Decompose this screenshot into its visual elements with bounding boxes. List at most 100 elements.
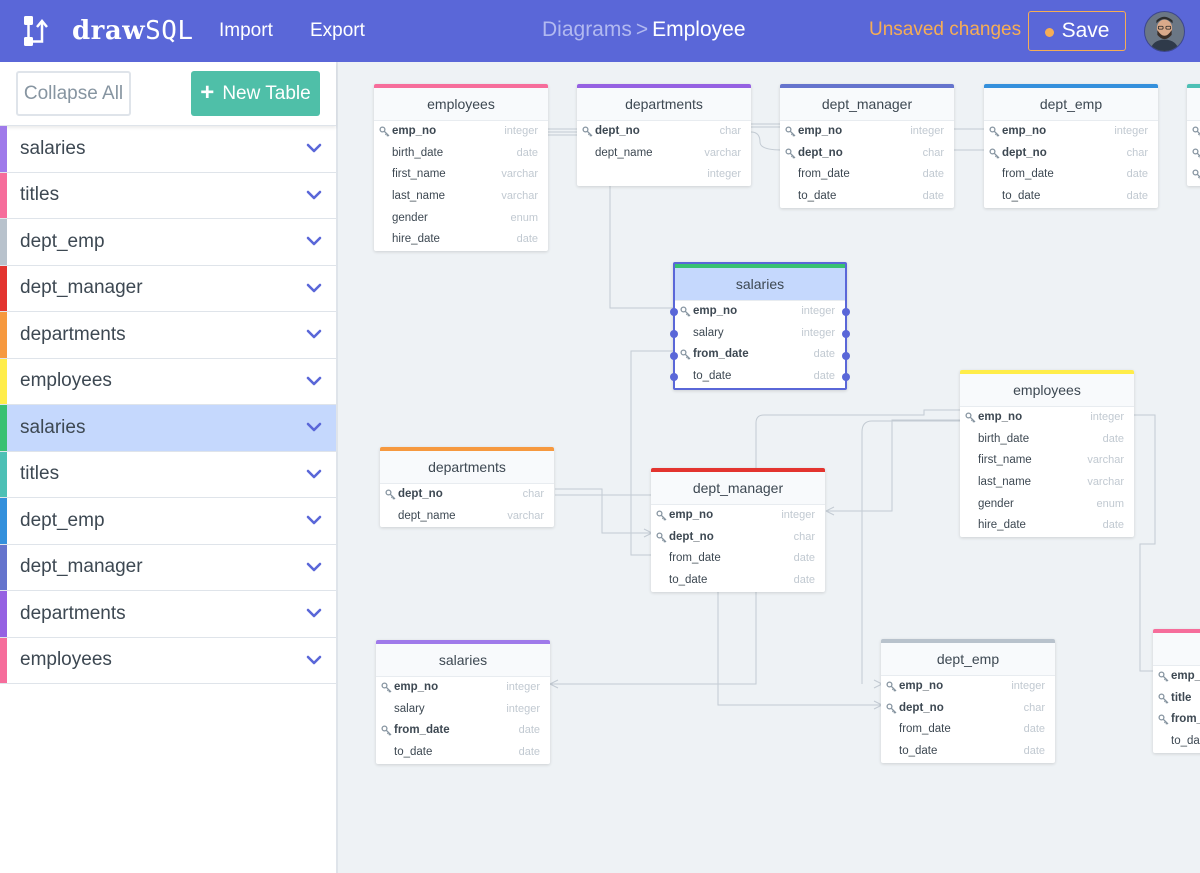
table-name[interactable]: departments <box>577 88 751 121</box>
table-card-dept-manager[interactable]: dept_manager emp_no integer dept_no char from… <box>651 468 825 592</box>
import-link[interactable]: Import <box>219 20 273 42</box>
table-name[interactable]: dept_manager <box>651 472 825 505</box>
column-row[interactable]: emp_no integer <box>780 121 954 143</box>
save-button[interactable]: Save <box>1028 11 1126 51</box>
table-card-departments[interactable]: departments dept_no char dept_name varchar in… <box>577 84 751 187</box>
column-row[interactable] <box>1187 143 1200 165</box>
column-row[interactable]: salary integer <box>675 323 845 345</box>
diagram-canvas[interactable]: employees emp_no integer birth_date date firs… <box>340 62 1200 873</box>
column-row[interactable]: hire_date date <box>960 515 1134 537</box>
column-row[interactable]: hire_date date <box>374 229 548 251</box>
connection-handle[interactable] <box>670 373 678 381</box>
table-card-partial[interactable]: emp_ title from_ to_da <box>1153 629 1200 753</box>
table-name[interactable] <box>1153 633 1200 666</box>
table-card-dept-manager[interactable]: dept_manager emp_no integer dept_no char from… <box>780 84 954 208</box>
column-row[interactable]: to_date date <box>675 366 845 388</box>
sidebar-item-dept-emp[interactable]: dept_emp <box>0 219 336 266</box>
table-card-dept-emp[interactable]: dept_emp emp_no integer dept_no char from_dat… <box>881 639 1055 763</box>
connection-handle[interactable] <box>842 330 850 338</box>
connection-handle[interactable] <box>842 373 850 381</box>
table-name[interactable]: dept_emp <box>984 88 1158 121</box>
sidebar-item-titles[interactable]: titles <box>0 172 336 219</box>
column-row[interactable]: to_date date <box>651 570 825 592</box>
drawsql-logo-icon[interactable] <box>22 14 54 48</box>
sidebar-item-departments[interactable]: departments <box>0 591 336 638</box>
column-row[interactable]: gender enum <box>960 494 1134 516</box>
column-row[interactable]: from_date date <box>675 344 845 366</box>
user-avatar[interactable] <box>1144 11 1185 52</box>
column-row[interactable]: last_name varchar <box>374 186 548 208</box>
table-name[interactable]: employees <box>374 88 548 121</box>
table-card-salaries[interactable]: salaries emp_no integer salary integer from_d… <box>376 640 550 764</box>
connection-handle[interactable] <box>670 352 678 360</box>
column-row[interactable]: emp_no integer <box>881 676 1055 698</box>
column-row[interactable]: emp_no integer <box>675 301 845 323</box>
column-row[interactable]: dept_no char <box>577 121 751 143</box>
column-row[interactable]: dept_no char <box>780 143 954 165</box>
column-row[interactable]: emp_no integer <box>374 121 548 143</box>
column-row[interactable]: emp_no integer <box>651 505 825 527</box>
table-card-salaries[interactable]: salaries emp_no integer salary integer from_d… <box>670 262 850 390</box>
breadcrumb-diagrams[interactable]: Diagrams <box>542 18 632 41</box>
table-name[interactable]: employees <box>960 374 1134 407</box>
column-row[interactable]: dept_no char <box>380 484 554 506</box>
sidebar-item-dept-manager[interactable]: dept_manager <box>0 265 336 312</box>
column-row[interactable]: emp_no integer <box>960 407 1134 429</box>
collapse-all-button[interactable]: Collapse All <box>16 71 131 116</box>
table-name[interactable] <box>1187 88 1200 121</box>
column-row[interactable]: last_name varchar <box>960 472 1134 494</box>
column-row[interactable]: to_date date <box>984 186 1158 208</box>
table-name[interactable]: salaries <box>376 644 550 677</box>
sidebar-item-titles[interactable]: titles <box>0 451 336 498</box>
column-row[interactable]: from_date date <box>376 720 550 742</box>
column-row[interactable]: to_date date <box>881 741 1055 763</box>
column-row[interactable]: to_date date <box>376 742 550 764</box>
column-row[interactable]: title <box>1153 688 1200 710</box>
column-row[interactable]: from_ <box>1153 709 1200 731</box>
column-row[interactable]: dept_no char <box>881 698 1055 720</box>
column-row[interactable]: from_date date <box>780 164 954 186</box>
table-card-departments[interactable]: departments dept_no char dept_name varchar <box>380 447 554 528</box>
column-row[interactable]: from_date date <box>651 548 825 570</box>
column-row[interactable]: dept_no char <box>984 143 1158 165</box>
column-row[interactable] <box>1187 121 1200 143</box>
table-card-employees[interactable]: employees emp_no integer birth_date date firs… <box>960 370 1134 538</box>
new-table-button[interactable]: + New Table <box>191 71 320 116</box>
column-row[interactable]: from_date date <box>984 164 1158 186</box>
column-row[interactable]: integer <box>577 164 751 186</box>
column-row[interactable] <box>1187 164 1200 186</box>
column-row[interactable]: first_name varchar <box>374 164 548 186</box>
column-row[interactable]: emp_no integer <box>376 677 550 699</box>
column-row[interactable]: dept_name varchar <box>380 506 554 528</box>
column-row[interactable]: emp_ <box>1153 666 1200 688</box>
table-card-employees[interactable]: employees emp_no integer birth_date date firs… <box>374 84 548 252</box>
connection-handle[interactable] <box>842 308 850 316</box>
table-name[interactable]: departments <box>380 451 554 484</box>
column-row[interactable]: birth_date date <box>374 143 548 165</box>
sidebar-item-dept-emp[interactable]: dept_emp <box>0 498 336 545</box>
column-row[interactable]: salary integer <box>376 699 550 721</box>
column-row[interactable]: to_date date <box>780 186 954 208</box>
column-row[interactable]: from_date date <box>881 719 1055 741</box>
sidebar-item-employees[interactable]: employees <box>0 358 336 405</box>
table-name[interactable]: salaries <box>675 268 845 301</box>
column-row[interactable]: dept_no char <box>651 527 825 549</box>
column-row[interactable]: gender enum <box>374 208 548 230</box>
sidebar-item-departments[interactable]: departments <box>0 312 336 359</box>
sidebar-item-employees[interactable]: employees <box>0 637 336 684</box>
table-card-dept-emp[interactable]: dept_emp emp_no integer dept_no char from_dat… <box>984 84 1158 208</box>
table-card-partial[interactable] <box>1187 84 1200 187</box>
column-row[interactable]: to_da <box>1153 731 1200 753</box>
sidebar-item-dept-manager[interactable]: dept_manager <box>0 544 336 591</box>
column-row[interactable]: birth_date date <box>960 429 1134 451</box>
export-link[interactable]: Export <box>310 20 365 42</box>
column-row[interactable]: first_name varchar <box>960 450 1134 472</box>
sidebar-item-salaries[interactable]: salaries <box>0 405 336 452</box>
sidebar-item-salaries[interactable]: salaries <box>0 126 336 173</box>
connection-handle[interactable] <box>842 352 850 360</box>
connection-handle[interactable] <box>670 330 678 338</box>
connection-handle[interactable] <box>670 308 678 316</box>
column-row[interactable]: dept_name varchar <box>577 143 751 165</box>
column-row[interactable]: emp_no integer <box>984 121 1158 143</box>
brand-name[interactable]: drawSQL <box>72 15 194 46</box>
